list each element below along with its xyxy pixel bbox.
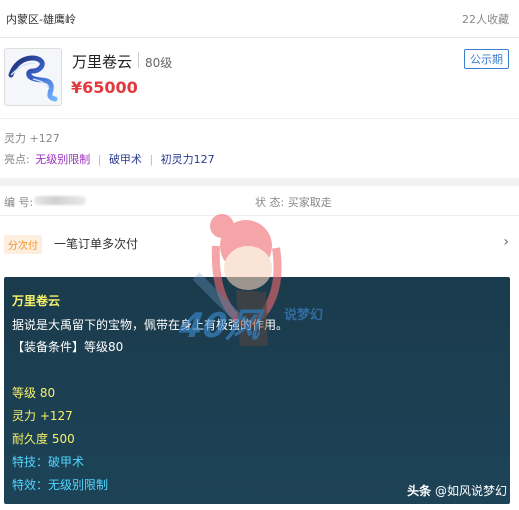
tooltip-stat-level: 等级 80: [12, 386, 56, 400]
highlight-no-level-limit: 无级别限制: [35, 153, 91, 166]
divider: [138, 52, 139, 68]
author-credit: 头条 @如风说梦幻: [407, 482, 507, 499]
tooltip-stat-spirit: 灵力 +127: [12, 409, 73, 423]
info-row: 编 号: 状 态: 买家取走: [0, 186, 519, 216]
highlights-label: 亮点:: [4, 153, 30, 166]
item-attributes: 灵力 +127 亮点: 无级别限制 | 破甲术 | 初灵力127: [0, 118, 519, 178]
serial-number-redacted: [34, 196, 86, 205]
credit-brand: 头条: [407, 484, 432, 498]
tooltip-title: 万里卷云: [12, 294, 61, 308]
item-name: 万里卷云: [72, 53, 133, 71]
spirit-stat: 灵力 +127: [4, 132, 60, 145]
chevron-right-icon[interactable]: ›: [503, 234, 509, 250]
installment-tag: 分次付: [4, 235, 42, 254]
highlight-separator: |: [149, 153, 154, 166]
tooltip-stat-durability: 耐久度 500: [12, 432, 75, 446]
item-price: ¥65000: [71, 78, 138, 97]
section-divider: [0, 178, 519, 186]
installment-text: 一笔订单多次付: [54, 237, 139, 251]
server-name: 内蒙区-雄鹰岭: [6, 13, 76, 26]
highlights-row: 亮点: 无级别限制 | 破甲术 | 初灵力127: [4, 151, 215, 167]
highlight-separator: |: [97, 153, 102, 166]
highlight-armor-break: 破甲术: [108, 153, 142, 166]
top-bar: 内蒙区-雄鹰岭 22人收藏: [0, 0, 519, 38]
tooltip-description: 据说是大禹留下的宝物，佩带在身上有极强的作用。: [12, 318, 289, 332]
favorites-count[interactable]: 22人收藏: [462, 11, 509, 27]
highlight-base-spirit: 初灵力127: [160, 153, 215, 166]
public-period-badge: 公示期: [464, 49, 509, 69]
status-label: 状 态: 买家取走: [255, 196, 332, 209]
item-card[interactable]: 万里卷云 80级 ¥65000 公示期: [0, 38, 519, 118]
item-level: 80级: [145, 56, 173, 70]
tooltip-requirement: 【装备条件】等级80: [12, 340, 124, 354]
serial-label: 编 号:: [4, 196, 34, 209]
ribbon-item-icon[interactable]: [4, 48, 62, 106]
credit-handle: @如风说梦幻: [434, 484, 507, 498]
installment-row[interactable]: 分次付 一笔订单多次付 ›: [0, 226, 519, 262]
tooltip-effect-skill: 特技：破甲术: [12, 455, 85, 469]
tooltip-effect-special: 特效：无级别限制: [12, 478, 109, 492]
